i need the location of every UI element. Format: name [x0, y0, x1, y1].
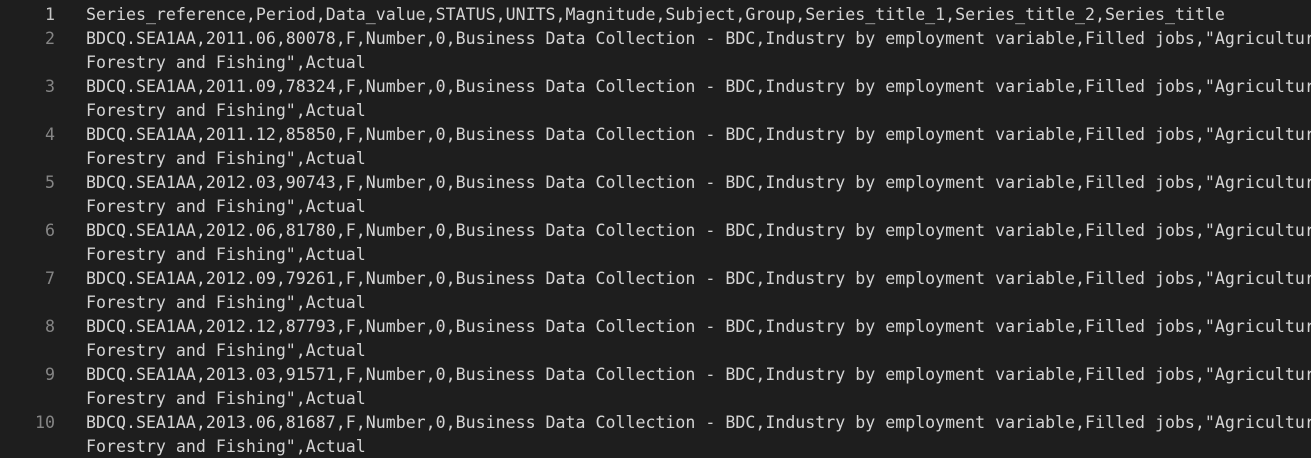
line-text: BDCQ.SEA1AA,2011.06,80078,F,Number,0,Bus… — [86, 29, 1311, 48]
line-text: BDCQ.SEA1AA,2013.06,81687,F,Number,0,Bus… — [86, 413, 1311, 432]
editor-line[interactable]: 10 BDCQ.SEA1AA,2013.06,81687,F,Number,0,B… — [0, 411, 1311, 458]
line-number: 2 — [45, 29, 55, 48]
line-content[interactable]: BDCQ.SEA1AA,2012.09,79261,F,Number,0,Bus… — [86, 267, 1311, 315]
wrapped-line-text: Forestry and Fishing",Actual — [86, 341, 366, 360]
line-text: BDCQ.SEA1AA,2012.09,79261,F,Number,0,Bus… — [86, 269, 1311, 288]
code-editor[interactable]: 1 Series_reference,Period,Data_value,STAT… — [0, 0, 1311, 458]
editor-line[interactable]: 7 BDCQ.SEA1AA,2012.09,79261,F,Number,0,Bu… — [0, 267, 1311, 315]
editor-line[interactable]: 4 BDCQ.SEA1AA,2011.12,85850,F,Number,0,Bu… — [0, 123, 1311, 171]
line-content[interactable]: BDCQ.SEA1AA,2011.06,80078,F,Number,0,Bus… — [86, 27, 1311, 75]
line-number: 1 — [45, 5, 55, 24]
line-content[interactable]: BDCQ.SEA1AA,2012.06,81780,F,Number,0,Bus… — [86, 219, 1311, 267]
editor-line[interactable]: 8 BDCQ.SEA1AA,2012.12,87793,F,Number,0,Bu… — [0, 315, 1311, 363]
editor-line[interactable]: 2 BDCQ.SEA1AA,2011.06,80078,F,Number,0,Bu… — [0, 27, 1311, 75]
editor-line[interactable]: 1 Series_reference,Period,Data_value,STAT… — [0, 3, 1311, 27]
line-content[interactable]: BDCQ.SEA1AA,2011.12,85850,F,Number,0,Bus… — [86, 123, 1311, 171]
line-number: 9 — [45, 365, 55, 384]
line-content[interactable]: Series_reference,Period,Data_value,STATU… — [86, 3, 1311, 27]
line-content[interactable]: BDCQ.SEA1AA,2012.12,87793,F,Number,0,Bus… — [86, 315, 1311, 363]
wrapped-line-text: Forestry and Fishing",Actual — [86, 101, 366, 120]
line-number: 4 — [45, 125, 55, 144]
editor-lines: 1 Series_reference,Period,Data_value,STAT… — [0, 0, 1311, 458]
line-text: BDCQ.SEA1AA,2012.12,87793,F,Number,0,Bus… — [86, 317, 1311, 336]
line-text: BDCQ.SEA1AA,2011.12,85850,F,Number,0,Bus… — [86, 125, 1311, 144]
line-text: Series_reference,Period,Data_value,STATU… — [86, 5, 1225, 24]
line-content[interactable]: BDCQ.SEA1AA,2011.09,78324,F,Number,0,Bus… — [86, 75, 1311, 123]
wrapped-line-text: Forestry and Fishing",Actual — [86, 245, 366, 264]
line-number: 6 — [45, 221, 55, 240]
wrapped-line-text: Forestry and Fishing",Actual — [86, 53, 366, 72]
line-number: 5 — [45, 173, 55, 192]
editor-line[interactable]: 9 BDCQ.SEA1AA,2013.03,91571,F,Number,0,Bu… — [0, 363, 1311, 411]
line-text: BDCQ.SEA1AA,2011.09,78324,F,Number,0,Bus… — [86, 77, 1311, 96]
line-content[interactable]: BDCQ.SEA1AA,2012.03,90743,F,Number,0,Bus… — [86, 171, 1311, 219]
line-text: BDCQ.SEA1AA,2013.03,91571,F,Number,0,Bus… — [86, 365, 1311, 384]
line-text: BDCQ.SEA1AA,2012.03,90743,F,Number,0,Bus… — [86, 173, 1311, 192]
line-number: 3 — [45, 77, 55, 96]
editor-line[interactable]: 5 BDCQ.SEA1AA,2012.03,90743,F,Number,0,Bu… — [0, 171, 1311, 219]
line-number: 10 — [35, 413, 55, 432]
line-content[interactable]: BDCQ.SEA1AA,2013.06,81687,F,Number,0,Bus… — [86, 411, 1311, 458]
line-number: 8 — [45, 317, 55, 336]
wrapped-line-text: Forestry and Fishing",Actual — [86, 389, 366, 408]
editor-line[interactable]: 3 BDCQ.SEA1AA,2011.09,78324,F,Number,0,Bu… — [0, 75, 1311, 123]
wrapped-line-text: Forestry and Fishing",Actual — [86, 197, 366, 216]
line-number: 7 — [45, 269, 55, 288]
editor-line[interactable]: 6 BDCQ.SEA1AA,2012.06,81780,F,Number,0,Bu… — [0, 219, 1311, 267]
wrapped-line-text: Forestry and Fishing",Actual — [86, 437, 366, 456]
wrapped-line-text: Forestry and Fishing",Actual — [86, 293, 366, 312]
line-text: BDCQ.SEA1AA,2012.06,81780,F,Number,0,Bus… — [86, 221, 1311, 240]
line-content[interactable]: BDCQ.SEA1AA,2013.03,91571,F,Number,0,Bus… — [86, 363, 1311, 411]
wrapped-line-text: Forestry and Fishing",Actual — [86, 149, 366, 168]
